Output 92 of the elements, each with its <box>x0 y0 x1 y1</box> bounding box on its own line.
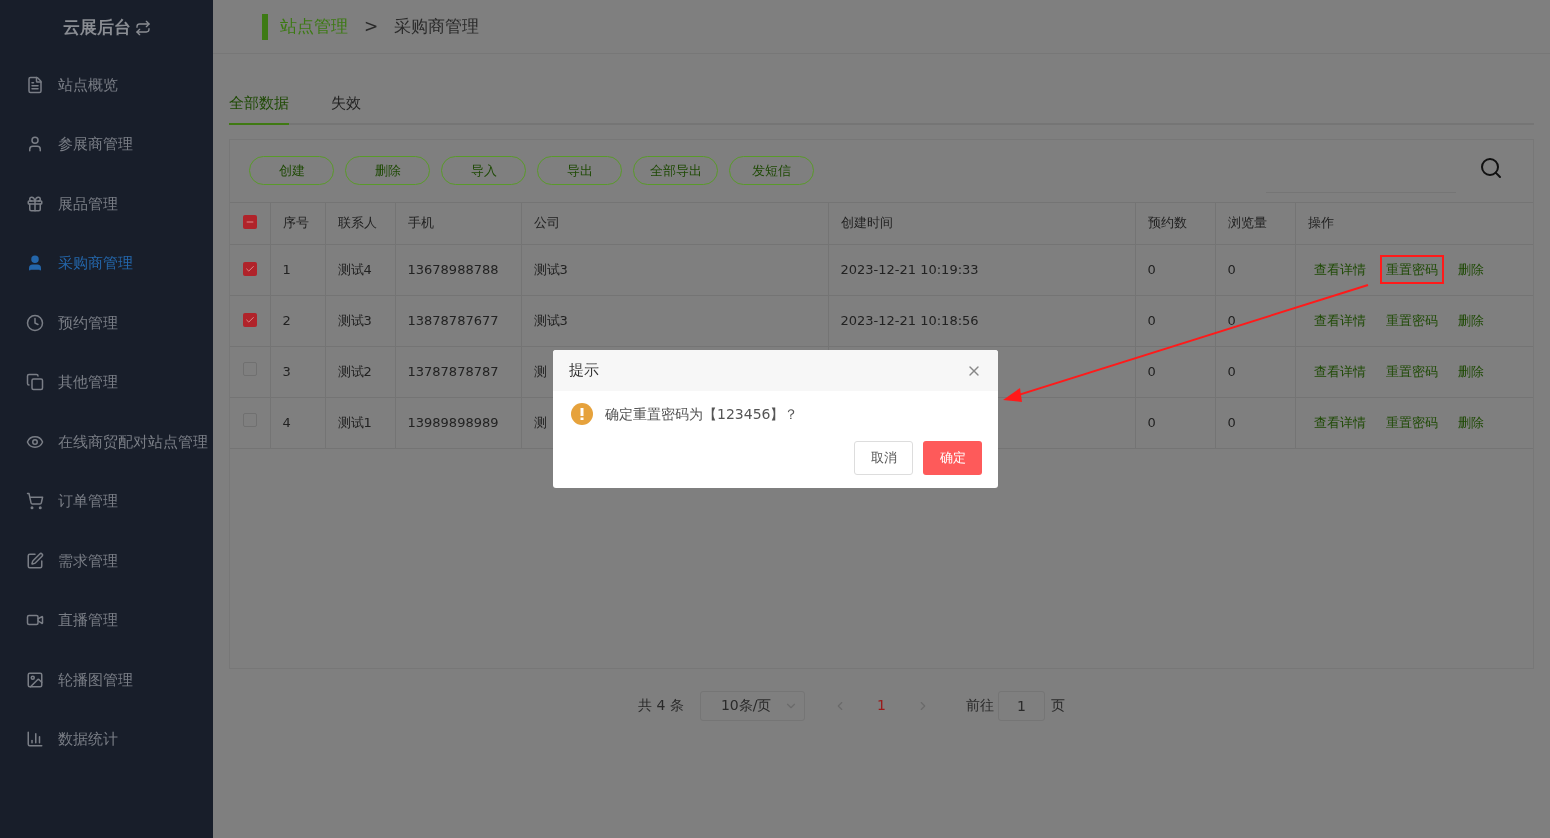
clock-icon <box>26 313 44 332</box>
app-title: 云展后台 <box>62 15 131 39</box>
table-cell: 2023-12-21 10:18:56 <box>840 312 979 328</box>
table-cell: 4 <box>282 414 291 430</box>
table-cell: 13878787677 <box>407 312 499 328</box>
column-header: 手机 <box>407 215 434 231</box>
column-header: 浏览量 <box>1227 215 1267 231</box>
column-header: 公司 <box>533 215 560 231</box>
table-cell: 测试2 <box>337 363 372 379</box>
table-cell: 2023-12-21 10:19:33 <box>840 261 979 277</box>
column-header: 序号 <box>282 215 309 231</box>
action-link[interactable]: 重置密码 <box>1379 356 1444 387</box>
cancel-button[interactable]: 取消 <box>854 441 913 475</box>
sidebar-item[interactable]: 数据统计 <box>0 709 213 769</box>
action-link[interactable]: 删除 <box>1451 305 1490 336</box>
bar-chart-icon <box>26 730 44 749</box>
table-cell: 测试4 <box>337 261 372 277</box>
table-cell: 13989898989 <box>407 414 499 430</box>
dialog-title: 提示 <box>569 360 599 382</box>
column-header: 创建时间 <box>840 215 893 231</box>
image-icon <box>26 670 44 689</box>
page-number[interactable]: 1 <box>862 695 900 716</box>
sidebar-item[interactable]: 站点概览 <box>0 55 213 115</box>
sidebar-item[interactable]: 订单管理 <box>0 471 213 531</box>
warning-icon <box>571 403 593 425</box>
table-cell: 测试3 <box>533 261 568 277</box>
table-cell: 0 <box>1227 312 1236 328</box>
table-cell: 测 <box>533 363 547 379</box>
table-cell: 0 <box>1147 261 1156 277</box>
action-link[interactable]: 重置密码 <box>1379 254 1444 285</box>
table-cell: 0 <box>1227 414 1236 430</box>
sidebar-item[interactable]: 预约管理 <box>0 293 213 353</box>
user-icon <box>26 254 44 273</box>
page-size-select[interactable]: 10条/页 <box>699 690 805 721</box>
table-cell: 测 <box>533 414 547 430</box>
tab[interactable]: 全部数据 <box>229 92 289 125</box>
table-cell: 0 <box>1147 414 1156 430</box>
sidebar-item[interactable]: 其他管理 <box>0 352 213 412</box>
sidebar-item[interactable]: 展品管理 <box>0 174 213 234</box>
checkbox[interactable] <box>242 312 257 327</box>
sidebar-item[interactable]: 参展商管理 <box>0 114 213 174</box>
breadcrumb-current: 采购商管理 <box>394 14 480 38</box>
action-link[interactable]: 删除 <box>1451 254 1490 285</box>
check-icon <box>244 314 255 325</box>
sidebar-item[interactable]: 轮播图管理 <box>0 650 213 710</box>
breadcrumb-marker <box>262 13 268 40</box>
document-icon <box>26 75 44 94</box>
table-cell: 3 <box>282 363 291 379</box>
column-header: 操作 <box>1307 215 1334 231</box>
table-cell: 测试1 <box>337 414 372 430</box>
copy-icon <box>26 373 44 392</box>
table-cell: 0 <box>1147 363 1156 379</box>
table-cell: 0 <box>1227 363 1236 379</box>
tab[interactable]: 失效 <box>331 92 361 125</box>
action-link[interactable]: 重置密码 <box>1379 305 1444 336</box>
action-link[interactable]: 删除 <box>1451 407 1490 438</box>
table-cell: 测试3 <box>337 312 372 328</box>
goto-page-field[interactable]: 1 <box>997 690 1045 721</box>
gift-icon <box>26 194 44 213</box>
table-cell: 0 <box>1227 261 1236 277</box>
table-cell: 13678988788 <box>407 261 499 277</box>
sidebar-item[interactable]: 需求管理 <box>0 531 213 591</box>
dialog-message: 确定重置密码为【123456】？ <box>605 404 799 424</box>
action-link[interactable]: 查看详情 <box>1307 407 1372 438</box>
sidebar-item[interactable]: 直播管理 <box>0 590 213 650</box>
breadcrumb-separator: > <box>363 14 380 38</box>
cart-icon <box>26 492 44 511</box>
table-cell: 0 <box>1147 312 1156 328</box>
column-header: 联系人 <box>337 215 377 231</box>
confirm-button[interactable]: 确定 <box>923 441 982 475</box>
sidebar-item[interactable]: 在线商贸配对站点管理 <box>0 412 213 472</box>
table-cell: 测试3 <box>533 312 568 328</box>
total-count: 共 4 条 <box>638 696 684 715</box>
user-icon <box>26 135 44 154</box>
swap-icon[interactable] <box>134 19 151 36</box>
goto-suffix: 页 <box>1050 696 1065 715</box>
action-link[interactable]: 重置密码 <box>1379 407 1444 438</box>
column-header: 预约数 <box>1147 215 1187 231</box>
action-link[interactable]: 查看详情 <box>1307 356 1372 387</box>
sidebar-item[interactable]: 采购商管理 <box>0 233 213 293</box>
table-cell: 13787878787 <box>407 363 499 379</box>
checkbox[interactable] <box>242 261 257 276</box>
goto-label: 前往 <box>965 696 994 715</box>
edit-icon <box>26 551 44 570</box>
action-link[interactable]: 删除 <box>1451 356 1490 387</box>
search-icon[interactable] <box>1479 155 1503 180</box>
checkbox[interactable] <box>242 215 257 230</box>
action-link[interactable]: 查看详情 <box>1307 305 1372 336</box>
action-link[interactable]: 查看详情 <box>1307 254 1372 285</box>
table-cell: 2 <box>282 312 291 328</box>
check-icon <box>244 263 255 274</box>
table-cell: 1 <box>282 261 291 277</box>
